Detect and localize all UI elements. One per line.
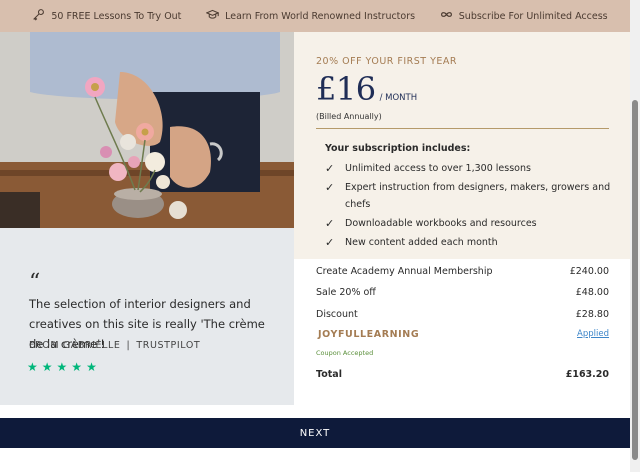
coupon-accepted-message: Coupon Accepted (316, 349, 374, 357)
benefit-label: Subscribe For Unlimited Access (458, 10, 608, 22)
membership-label: Create Academy Annual Membership (316, 266, 493, 277)
graduation-cap-icon (205, 8, 220, 24)
divider (316, 128, 609, 129)
scrollbar[interactable] (630, 0, 640, 472)
list-item: ✓ New content added each month (325, 234, 615, 251)
benefit-unlimited: Subscribe For Unlimited Access (440, 8, 608, 24)
summary-row-sale: Sale 20% off £48.00 (316, 287, 609, 298)
membership-value: £240.00 (569, 266, 609, 277)
star-icon: ★ (56, 360, 68, 374)
star-icon: ★ (41, 360, 53, 374)
summary-row-membership: Create Academy Annual Membership £240.00 (316, 266, 609, 277)
sale-value: £48.00 (575, 287, 609, 298)
check-icon: ✓ (325, 236, 335, 249)
total-label: Total (316, 369, 342, 380)
coupon-applied-link[interactable]: Applied (577, 329, 609, 340)
key-icon (32, 8, 45, 24)
feature-list: ✓ Unlimited access to over 1,300 lessons … (325, 160, 615, 253)
summary-row-coupon: JOYFULLEARNING Applied (316, 329, 609, 340)
subscription-panel: 20% OFF YOUR FIRST YEAR £16 / MONTH (Bil… (294, 32, 630, 405)
star-icon: ★ (71, 360, 83, 374)
includes-title: Your subscription includes: (325, 143, 471, 154)
feature-text: New content added each month (345, 237, 498, 248)
testimonial-attribution: FROM GABRIELLE | TRUSTPILOT (29, 340, 200, 351)
benefits-bar: 50 FREE Lessons To Try Out Learn From Wo… (0, 0, 640, 32)
attribution-separator: | (126, 340, 131, 351)
check-icon: ✓ (325, 162, 335, 175)
flower-arranging-photo (0, 32, 294, 228)
testimonial-author: FROM GABRIELLE (29, 340, 121, 351)
list-item: ✓ Downloadable workbooks and resources (325, 215, 615, 232)
check-icon: ✓ (325, 217, 335, 230)
left-panel: “ The selection of interior designers an… (0, 32, 294, 405)
billing-note: (Billed Annually) (316, 112, 382, 121)
summary-row-total: Total £163.20 (316, 369, 609, 380)
discount-label: Discount (316, 309, 358, 320)
benefit-label: Learn From World Renowned Instructors (225, 10, 416, 22)
star-rating: ★ ★ ★ ★ ★ (27, 360, 97, 374)
order-summary: Create Academy Annual Membership £240.00… (294, 259, 630, 405)
scrollbar-thumb[interactable] (632, 100, 638, 460)
list-item: ✓ Unlimited access to over 1,300 lessons (325, 160, 615, 177)
total-value: £163.20 (565, 369, 609, 380)
price-display: £16 / MONTH (316, 70, 417, 108)
coupon-code: JOYFULLEARNING (318, 329, 420, 340)
benefit-label: 50 FREE Lessons To Try Out (51, 10, 182, 22)
price-amount: £16 (316, 70, 376, 108)
promo-label: 20% OFF YOUR FIRST YEAR (316, 56, 458, 67)
quote-icon: “ (29, 270, 41, 295)
check-icon: ✓ (325, 181, 335, 194)
feature-text: Unlimited access to over 1,300 lessons (345, 163, 531, 174)
sale-label: Sale 20% off (316, 287, 376, 298)
infinity-icon (440, 8, 453, 24)
next-button[interactable]: NEXT (0, 418, 630, 448)
feature-text: Expert instruction from designers, maker… (345, 182, 611, 210)
benefit-instructors: Learn From World Renowned Instructors (205, 8, 416, 24)
list-item: ✓ Expert instruction from designers, make… (325, 179, 615, 213)
benefit-free-lessons: 50 FREE Lessons To Try Out (32, 8, 181, 24)
testimonial-panel: “ The selection of interior designers an… (0, 228, 294, 405)
star-icon: ★ (86, 360, 97, 374)
star-icon: ★ (27, 360, 38, 374)
summary-row-discount: Discount £28.80 (316, 309, 609, 320)
testimonial-source: TRUSTPILOT (136, 340, 201, 351)
feature-text: Downloadable workbooks and resources (345, 218, 537, 229)
price-period: / MONTH (379, 93, 418, 103)
discount-value: £28.80 (575, 309, 609, 320)
